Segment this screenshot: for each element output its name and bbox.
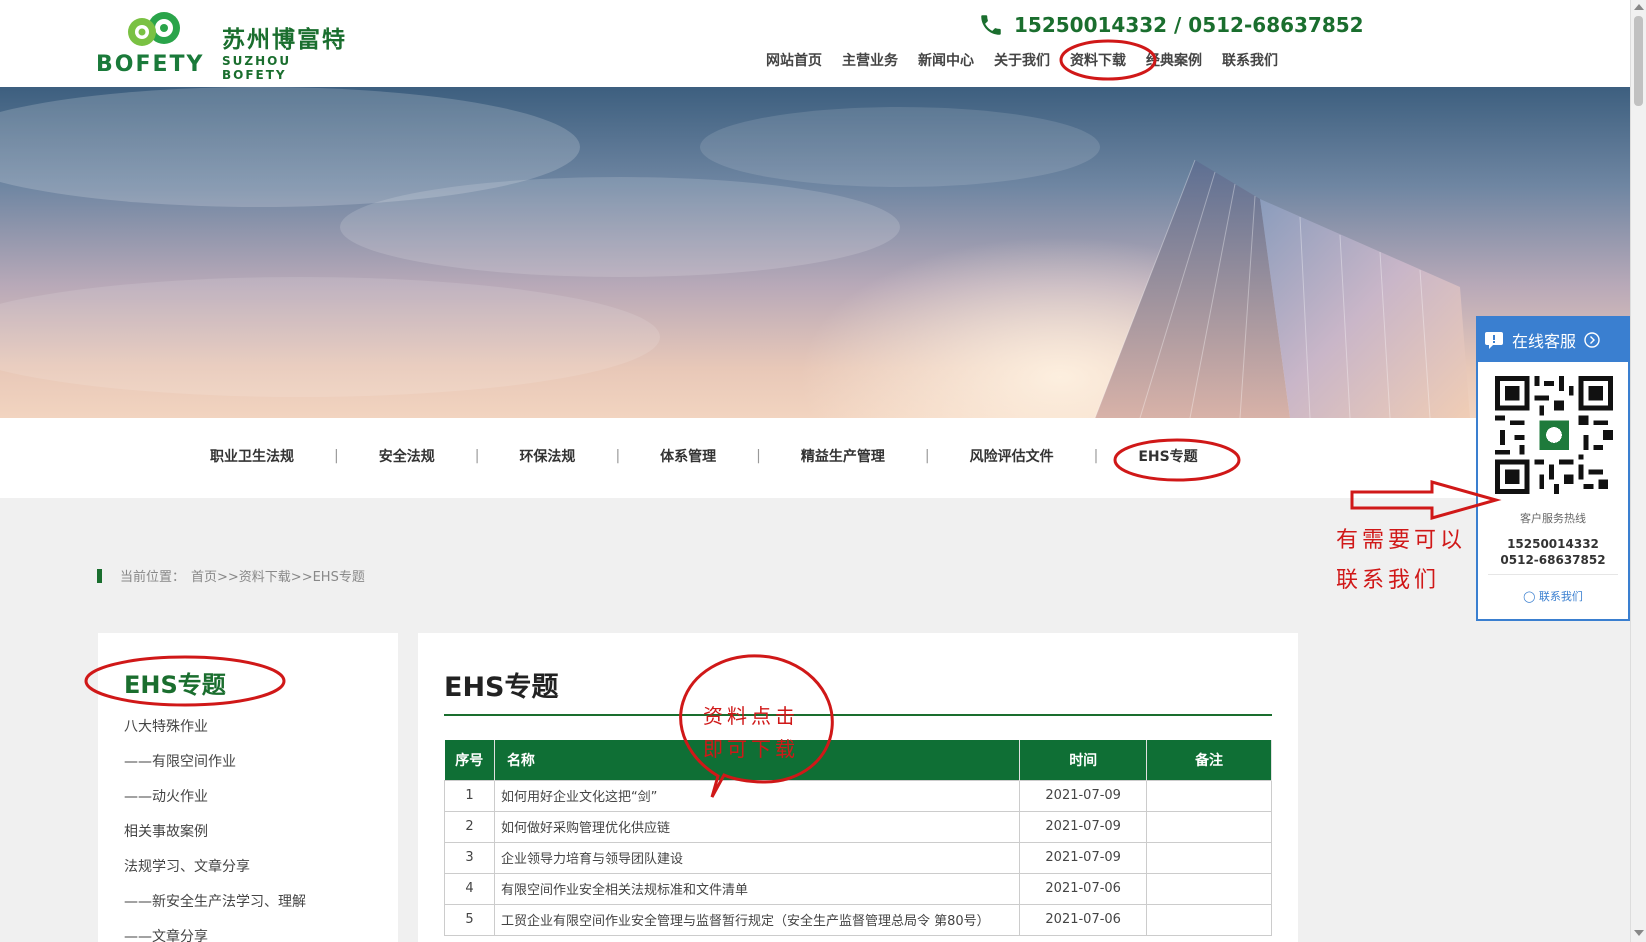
sidebar-item-regulation-learning[interactable]: 法规学习、文章分享	[124, 857, 306, 892]
logo-mark-icon	[128, 12, 180, 46]
row-note	[1146, 810, 1272, 843]
breadcrumb-path[interactable]: 首页>>资料下载>>EHS专题	[191, 566, 365, 585]
column-header-date: 时间	[1019, 740, 1148, 780]
sidebar-item-article-sharing[interactable]: ——文章分享	[124, 927, 306, 942]
category-occupational-health[interactable]: 职业卫生法规	[170, 446, 334, 466]
row-date: 2021-07-06	[1019, 903, 1148, 936]
downloads-table: 序号 名称 时间 备注 1 如何用好企业文化这把“剑” 2021-07-09 2…	[444, 740, 1272, 936]
banner-skyscraper-image	[0, 87, 1470, 418]
nav-business[interactable]: 主营业务	[832, 50, 908, 72]
logo-english: BOFETY	[96, 52, 205, 77]
column-header-note: 备注	[1146, 740, 1272, 780]
table-header-row: 序号 名称 时间 备注	[444, 740, 1272, 780]
contact-icon: ◯	[1523, 590, 1536, 603]
row-title-link[interactable]: 工贸企业有限空间作业安全管理与监督暂行规定（安全生产监督管理总局令 第80号）	[493, 903, 1021, 936]
nav-home[interactable]: 网站首页	[756, 50, 832, 72]
row-note	[1146, 872, 1272, 905]
qr-code-image	[1495, 376, 1613, 494]
company-logo[interactable]: BOFETY 苏州博富特 SUZHOU BOFETY	[96, 10, 356, 82]
category-environment[interactable]: 环保法规	[479, 446, 615, 466]
hotline-label: 客户服务热线	[1520, 512, 1586, 525]
phone-icon	[981, 15, 1001, 35]
page-scrollbar[interactable]	[1630, 0, 1646, 942]
site-header: BOFETY 苏州博富特 SUZHOU BOFETY 15250014332 /…	[0, 0, 1630, 87]
row-note	[1146, 779, 1272, 812]
annotation-contact-line1: 有需要可以	[1336, 528, 1467, 553]
category-risk-assessment[interactable]: 风险评估文件	[930, 446, 1094, 466]
phone-number: 15250014332 / 0512-68637852	[1014, 13, 1364, 37]
main-nav: 网站首页 主营业务 新闻中心 关于我们 资料下载 经典案例 联系我们	[756, 50, 1288, 72]
table-row[interactable]: 3 企业领导力培育与领导团队建设 2021-07-09	[444, 841, 1272, 874]
row-date: 2021-07-09	[1019, 779, 1148, 812]
category-lean-production[interactable]: 精益生产管理	[761, 446, 925, 466]
header-phone: 15250014332 / 0512-68637852	[978, 12, 1364, 38]
category-ehs[interactable]: EHS专题	[1098, 446, 1237, 466]
chevron-right-icon[interactable]	[1584, 332, 1600, 348]
row-number: 5	[444, 903, 495, 936]
annotation-download-text: 资料点击 即可下载	[703, 700, 799, 762]
row-number: 4	[444, 872, 495, 905]
scroll-down-arrow-icon[interactable]	[1634, 930, 1644, 936]
service-title: 在线客服	[1512, 332, 1577, 351]
breadcrumb-prefix: 当前位置：	[120, 570, 186, 585]
category-system-management[interactable]: 体系管理	[620, 446, 756, 466]
contact-us-label: 联系我们	[1538, 590, 1583, 603]
hotline-landline: 0512-68637852	[1500, 553, 1606, 567]
nav-downloads[interactable]: 资料下载	[1060, 50, 1136, 72]
main-content: EHS专题 序号 名称 时间 备注 1 如何用好企业文化这把“剑” 2021-0…	[418, 633, 1298, 942]
chat-icon	[1485, 332, 1503, 349]
service-divider	[1488, 574, 1618, 575]
row-number: 1	[444, 779, 495, 812]
category-nav: 职业卫生法规 | 安全法规 | 环保法规 | 体系管理 | 精益生产管理 | 风…	[0, 418, 1630, 498]
hotline-mobile: 15250014332	[1507, 537, 1599, 551]
annotation-contact-text: 有需要可以 联系我们	[1336, 522, 1466, 594]
table-row[interactable]: 4 有限空间作业安全相关法规标准和文件清单 2021-07-06	[444, 872, 1272, 905]
title-divider	[444, 714, 1272, 716]
column-header-number: 序号	[444, 740, 495, 780]
sidebar-item-confined-space[interactable]: ——有限空间作业	[124, 752, 306, 787]
breadcrumb: 当前位置： 首页>>资料下载>>EHS专题	[97, 566, 365, 585]
row-date: 2021-07-06	[1019, 872, 1148, 905]
scroll-up-arrow-icon[interactable]	[1634, 4, 1644, 10]
nav-news[interactable]: 新闻中心	[908, 50, 984, 72]
sidebar-item-hot-work[interactable]: ——动火作业	[124, 787, 306, 822]
hotline-numbers: 15250014332 0512-68637852	[1478, 536, 1628, 568]
breadcrumb-marker	[97, 568, 102, 583]
table-row[interactable]: 2 如何做好采购管理优化供应链 2021-07-09	[444, 810, 1272, 843]
row-number: 3	[444, 841, 495, 874]
scroll-thumb[interactable]	[1634, 16, 1643, 106]
row-note	[1146, 903, 1272, 936]
row-date: 2021-07-09	[1019, 841, 1148, 874]
row-date: 2021-07-09	[1019, 810, 1148, 843]
sidebar-item-special-operations[interactable]: 八大特殊作业	[124, 717, 306, 752]
row-title-link[interactable]: 如何做好采购管理优化供应链	[493, 810, 1021, 843]
logo-subtitle: SUZHOU BOFETY	[222, 54, 292, 82]
sidebar-list: 八大特殊作业 ——有限空间作业 ——动火作业 相关事故案例 法规学习、文章分享 …	[124, 717, 306, 942]
sidebar-title: EHS专题	[124, 671, 226, 699]
row-title-link[interactable]: 如何用好企业文化这把“剑”	[493, 779, 1021, 812]
annotation-download-line1: 资料点击	[703, 704, 799, 728]
page-title: EHS专题	[444, 672, 559, 703]
sidebar-item-new-safety-law[interactable]: ——新安全生产法学习、理解	[124, 892, 306, 927]
nav-about[interactable]: 关于我们	[984, 50, 1060, 72]
row-title-link[interactable]: 企业领导力培育与领导团队建设	[493, 841, 1021, 874]
nav-cases[interactable]: 经典案例	[1136, 50, 1212, 72]
service-header[interactable]: 在线客服	[1478, 318, 1628, 362]
sidebar: EHS专题 八大特殊作业 ——有限空间作业 ——动火作业 相关事故案例 法规学习…	[98, 633, 398, 942]
logo-chinese: 苏州博富特	[222, 27, 347, 53]
row-title-link[interactable]: 有限空间作业安全相关法规标准和文件清单	[493, 872, 1021, 905]
row-number: 2	[444, 810, 495, 843]
category-safety[interactable]: 安全法规	[339, 446, 475, 466]
hero-banner	[0, 87, 1630, 418]
nav-contact[interactable]: 联系我们	[1212, 50, 1288, 72]
contact-us-link[interactable]: ◯ 联系我们	[1478, 588, 1628, 604]
online-service-panel: 在线客服 客户服务热线 15250014332 0512-68637852 ◯ …	[1476, 316, 1630, 621]
row-note	[1146, 841, 1272, 874]
table-row[interactable]: 5 工贸企业有限空间作业安全管理与监督暂行规定（安全生产监督管理总局令 第80号…	[444, 903, 1272, 936]
table-row[interactable]: 1 如何用好企业文化这把“剑” 2021-07-09	[444, 779, 1272, 812]
annotation-contact-line2: 联系我们	[1336, 568, 1441, 593]
sidebar-item-accident-cases[interactable]: 相关事故案例	[124, 822, 306, 857]
annotation-download-line2: 即可下载	[703, 737, 799, 761]
